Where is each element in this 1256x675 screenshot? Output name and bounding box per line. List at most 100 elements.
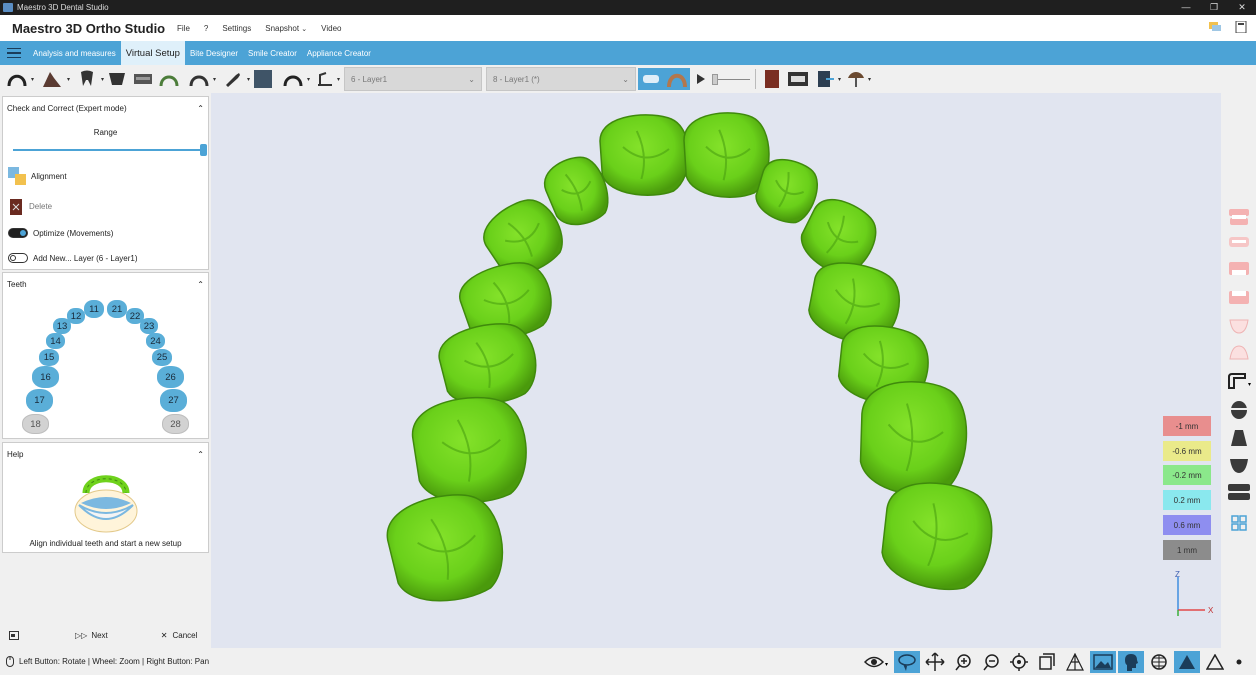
collapse-icon[interactable]: ⌃ <box>197 450 204 459</box>
collapse-icon[interactable]: ⌃ <box>197 104 204 113</box>
grid-view-icon[interactable] <box>1231 515 1247 531</box>
face-view-button[interactable] <box>1118 651 1144 673</box>
arch-shape-button[interactable]: ▾ <box>276 68 310 90</box>
menu-settings[interactable]: Settings <box>222 24 251 33</box>
upper-gum-icon[interactable] <box>1228 317 1250 335</box>
tooth-model-26[interactable] <box>855 377 971 498</box>
menu-snapshot[interactable]: Snapshot ⌄ <box>265 24 307 33</box>
tooth-25[interactable]: 25 <box>152 349 172 366</box>
tooth-model-16[interactable] <box>410 393 531 507</box>
report-button[interactable] <box>759 68 785 90</box>
tooth-11[interactable]: 11 <box>84 300 104 318</box>
brush-icon <box>226 73 240 87</box>
cancel-button[interactable]: ✕ Cancel <box>161 631 198 640</box>
collapse-icon[interactable]: ⌃ <box>197 280 204 289</box>
animation-slider[interactable] <box>712 68 752 90</box>
lamp-button[interactable]: ▾ <box>841 68 871 90</box>
tooth-model-11[interactable] <box>599 114 690 196</box>
tooth-27[interactable]: 27 <box>160 389 187 412</box>
visibility-button[interactable]: ▾ <box>862 651 892 673</box>
tooth-model-27[interactable] <box>875 475 1000 597</box>
range-slider-thumb[interactable] <box>200 144 207 156</box>
wire-tool-button[interactable] <box>156 68 182 90</box>
color-picker-button[interactable] <box>250 68 276 90</box>
panel-toggle-icon[interactable] <box>9 630 19 640</box>
outline-arch-button[interactable]: ▾ <box>182 68 216 90</box>
tooth-26[interactable]: 26 <box>157 366 184 388</box>
rotate-button[interactable] <box>894 651 920 673</box>
tooth-18[interactable]: 18 <box>22 414 49 434</box>
lower-gum-icon[interactable] <box>1228 344 1250 362</box>
crown-tool-button[interactable] <box>104 68 130 90</box>
optimize-toggle[interactable] <box>8 228 28 238</box>
alignment-button[interactable]: Alignment <box>31 172 67 181</box>
bounding-box-button[interactable] <box>1034 651 1060 673</box>
more-button[interactable] <box>1230 651 1248 673</box>
tooth-23[interactable]: 23 <box>140 318 158 334</box>
upper-jaw-open-icon[interactable] <box>1228 208 1250 226</box>
tab-appliance-creator[interactable]: Appliance Creator <box>302 41 376 65</box>
arch-view-button[interactable] <box>664 68 690 90</box>
tab-bite-designer[interactable]: Bite Designer <box>185 41 243 65</box>
section-view-icon[interactable]: ▾ <box>1226 372 1254 390</box>
arch-tool-button[interactable]: ▾ <box>0 68 34 90</box>
tooth-icon <box>81 70 93 86</box>
layer-select-2[interactable]: 8 - Layer1 (*) ⌄ <box>486 67 636 91</box>
pan-button[interactable] <box>922 651 948 673</box>
video-button[interactable] <box>785 68 811 90</box>
close-window-button[interactable]: ✕ <box>1228 0 1256 15</box>
3d-viewport[interactable]: Z X <box>211 93 1221 648</box>
tooth-model-21[interactable] <box>683 112 770 198</box>
tooth-21[interactable]: 21 <box>107 300 127 318</box>
solid-triangle-button[interactable] <box>1174 651 1200 673</box>
next-button[interactable]: ▷▷ Next <box>75 631 108 640</box>
export-button[interactable]: ▾ <box>811 68 841 90</box>
lamp-icon <box>848 72 864 87</box>
aligner-view-button[interactable] <box>638 68 664 90</box>
bracket-tool-button[interactable] <box>130 68 156 90</box>
chat-icon[interactable] <box>1208 21 1222 33</box>
hamburger-menu-icon[interactable] <box>0 41 28 65</box>
menu-file[interactable]: File <box>177 24 190 33</box>
dental-arch-model[interactable] <box>211 93 1221 648</box>
add-new-layer-toggle[interactable] <box>8 253 28 263</box>
tab-analysis[interactable]: Analysis and measures <box>28 41 121 65</box>
maximize-button[interactable]: ❐ <box>1200 0 1228 15</box>
tooth-28[interactable]: 28 <box>162 414 189 434</box>
range-slider-track[interactable] <box>13 149 207 151</box>
tooth-15[interactable]: 15 <box>39 349 59 366</box>
measure-tool-button[interactable]: ▾ <box>310 68 340 90</box>
layer-select-1[interactable]: 6 - Layer1 ⌄ <box>344 67 482 91</box>
menu-video[interactable]: Video <box>321 24 341 33</box>
play-button[interactable] <box>690 68 712 90</box>
occlusal-view-icon[interactable] <box>1229 400 1249 420</box>
tooth-model-17[interactable] <box>382 487 510 609</box>
gum-tool-button[interactable]: ▾ <box>34 68 70 90</box>
tooth-tool-button[interactable]: ▾ <box>70 68 104 90</box>
grid-button[interactable] <box>1146 651 1172 673</box>
tooth-17[interactable]: 17 <box>26 389 53 412</box>
front-view-icon[interactable] <box>1229 428 1249 448</box>
minimize-button[interactable]: — <box>1172 0 1200 15</box>
tab-smile-creator[interactable]: Smile Creator <box>243 41 302 65</box>
outline-triangle-button[interactable] <box>1202 651 1228 673</box>
calculator-icon[interactable] <box>1234 21 1248 33</box>
texture-button[interactable] <box>1090 651 1116 673</box>
brush-tool-button[interactable]: ▾ <box>216 68 250 90</box>
tab-virtual-setup[interactable]: Virtual Setup <box>120 41 185 65</box>
upper-jaw-icon[interactable] <box>1228 261 1250 279</box>
delete-button[interactable]: Delete <box>29 202 52 211</box>
bottom-view-icon[interactable] <box>1229 455 1249 475</box>
tooth-16[interactable]: 16 <box>32 366 59 388</box>
zoom-in-button[interactable] <box>950 651 976 673</box>
jaw-closed-icon[interactable] <box>1228 233 1250 251</box>
tooth-13[interactable]: 13 <box>53 318 71 334</box>
side-view-icon[interactable] <box>1227 482 1251 502</box>
tooth-24[interactable]: 24 <box>146 333 165 349</box>
zoom-out-button[interactable] <box>978 651 1004 673</box>
wireframe-button[interactable] <box>1062 651 1088 673</box>
tooth-14[interactable]: 14 <box>46 333 65 349</box>
lower-jaw-icon[interactable] <box>1228 288 1250 306</box>
menu-help[interactable]: ? <box>204 24 208 33</box>
center-view-button[interactable] <box>1006 651 1032 673</box>
